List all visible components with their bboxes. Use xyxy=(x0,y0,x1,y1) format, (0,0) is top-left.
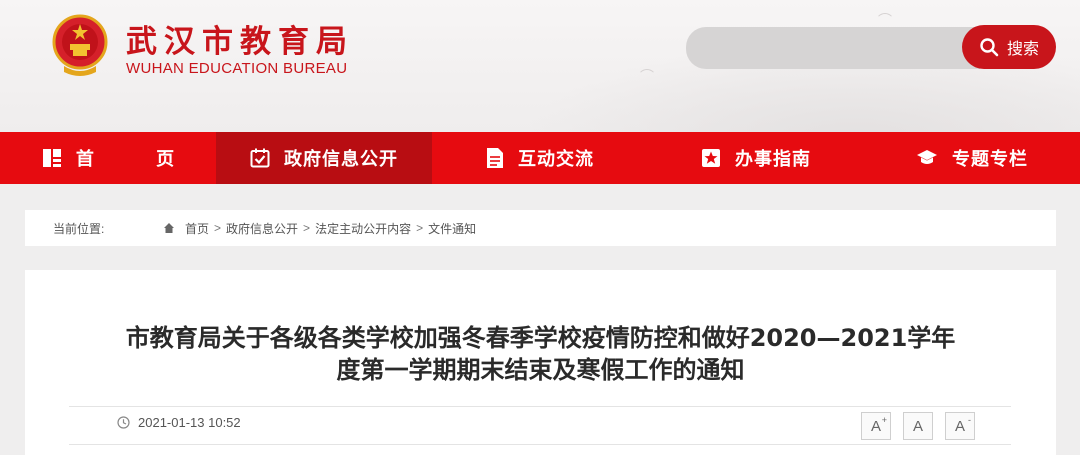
search-input[interactable] xyxy=(686,27,980,69)
search-icon xyxy=(980,38,999,57)
font-button-mark: + xyxy=(881,415,887,425)
article-title: 市教育局关于各级各类学校加强冬春季学校疫情防控和做好2020—2021学年 度第… xyxy=(55,322,1026,386)
main-nav: 首 页 政府信息公开 互动交流 办事指南 专题专栏 xyxy=(0,132,1080,184)
article-panel: 市教育局关于各级各类学校加强冬春季学校疫情防控和做好2020—2021学年 度第… xyxy=(25,270,1056,455)
breadcrumb: 当前位置: 首页 > 政府信息公开 > 法定主动公开内容 > 文件通知 xyxy=(25,210,1056,246)
nav-item-home[interactable]: 首 页 xyxy=(0,132,216,184)
nav-item-label: 首 页 xyxy=(75,149,203,170)
breadcrumb-separator: > xyxy=(214,221,222,235)
article-meta: 2021-01-13 10:52 xyxy=(117,415,241,430)
document-icon xyxy=(487,148,503,168)
bird-decoration: ⌒ xyxy=(640,69,654,85)
font-button-label: A xyxy=(870,417,881,435)
national-emblem-icon xyxy=(52,14,108,76)
font-decrease-button[interactable]: A - xyxy=(945,412,975,440)
font-button-label: A xyxy=(912,417,923,435)
divider xyxy=(69,406,1011,407)
breadcrumb-label: 当前位置: xyxy=(53,221,105,236)
breadcrumb-separator: > xyxy=(416,221,424,235)
nav-item-gov-info[interactable]: 政府信息公开 xyxy=(216,132,432,184)
nav-item-topics[interactable]: 专题专栏 xyxy=(864,132,1080,184)
nav-item-label: 办事指南 xyxy=(735,149,811,170)
star-badge-icon xyxy=(702,149,720,167)
font-increase-button[interactable]: A + xyxy=(861,412,891,440)
nav-item-guide[interactable]: 办事指南 xyxy=(648,132,864,184)
site-header: ⌒ ⌒ ⌒ 武汉市教育局 WUHAN EDUCATION BUREAU 搜索 xyxy=(0,0,1080,132)
search-button[interactable]: 搜索 xyxy=(962,25,1056,69)
site-title: 武汉市教育局 xyxy=(126,24,354,60)
publish-date: 2021-01-13 10:52 xyxy=(138,415,241,430)
breadcrumb-item-notices[interactable]: 文件通知 xyxy=(428,220,476,237)
site-subtitle: WUHAN EDUCATION BUREAU xyxy=(126,60,348,77)
font-button-label: A xyxy=(954,417,965,435)
nav-item-label: 互动交流 xyxy=(518,149,594,170)
graduation-cap-icon xyxy=(917,150,937,164)
article-title-line: 市教育局关于各级各类学校加强冬春季学校疫情防控和做好2020—2021学年 xyxy=(125,324,956,352)
divider xyxy=(69,444,1011,445)
font-size-controls: A + A A - xyxy=(861,412,975,440)
font-reset-button[interactable]: A xyxy=(903,412,933,440)
grid-icon xyxy=(42,149,61,167)
nav-item-label: 专题专栏 xyxy=(952,149,1028,170)
font-button-mark: - xyxy=(968,415,971,425)
search-button-label: 搜索 xyxy=(1006,39,1039,58)
article-title-line: 度第一学期期末结束及寒假工作的通知 xyxy=(336,356,745,384)
calendar-check-icon xyxy=(250,148,270,168)
breadcrumb-item-gov-info[interactable]: 政府信息公开 xyxy=(226,220,298,237)
nav-item-interaction[interactable]: 互动交流 xyxy=(432,132,648,184)
clock-icon xyxy=(117,416,130,429)
home-icon xyxy=(164,223,174,233)
breadcrumb-item-home[interactable]: 首页 xyxy=(185,220,209,237)
breadcrumb-item-legal-content[interactable]: 法定主动公开内容 xyxy=(315,220,411,237)
breadcrumb-separator: > xyxy=(303,221,311,235)
nav-item-label: 政府信息公开 xyxy=(284,149,398,170)
